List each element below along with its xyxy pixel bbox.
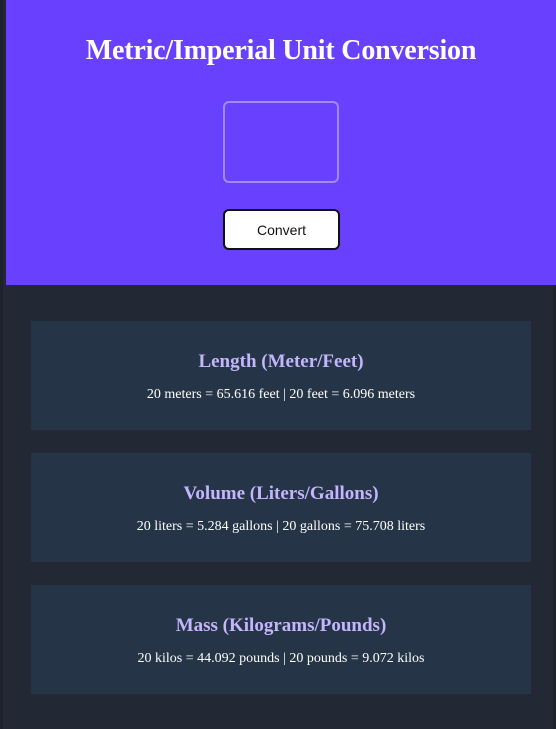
volume-card-title: Volume (Liters/Gallons) — [183, 483, 379, 504]
convert-button[interactable]: Convert — [223, 209, 340, 250]
mass-card: Mass (Kilograms/Pounds) 20 kilos = 44.09… — [31, 585, 531, 694]
volume-card: Volume (Liters/Gallons) 20 liters = 5.28… — [31, 453, 531, 562]
mass-card-title: Mass (Kilograms/Pounds) — [175, 615, 387, 636]
page-title: Metric/Imperial Unit Conversion — [85, 35, 477, 66]
length-card-result: 20 meters = 65.616 feet | 20 feet = 6.09… — [146, 387, 416, 402]
mass-card-result: 20 kilos = 44.092 pounds | 20 pounds = 9… — [137, 651, 425, 666]
length-card-title: Length (Meter/Feet) — [198, 351, 364, 372]
header-section: Metric/Imperial Unit Conversion Convert — [6, 0, 556, 285]
length-card: Length (Meter/Feet) 20 meters = 65.616 f… — [31, 321, 531, 430]
value-input[interactable] — [223, 101, 339, 183]
app-frame: Metric/Imperial Unit Conversion Convert … — [0, 0, 556, 729]
volume-card-result: 20 liters = 5.284 gallons | 20 gallons =… — [136, 519, 426, 534]
